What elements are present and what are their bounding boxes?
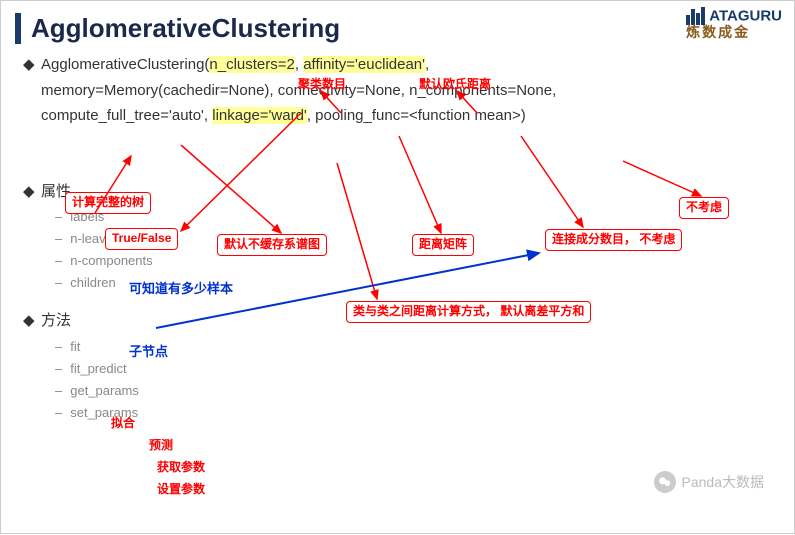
anno-no-cache-dendro: 默认不缓存系谱图: [217, 234, 327, 256]
sig-sep: ,: [295, 56, 303, 73]
list-item: labels: [55, 206, 764, 228]
title-bar: AgglomerativeClustering: [15, 13, 794, 44]
section-methods: 方法 fit fit_predict get_params set_params: [41, 308, 764, 424]
logo-text-1: ATAGURU: [709, 8, 782, 25]
function-signature: AgglomerativeClustering(n_clusters=2, af…: [41, 52, 764, 129]
anno-get-params: 获取参数: [157, 458, 205, 475]
anno-fit: 拟合: [111, 414, 135, 431]
anno-conn-components: 连接成分数目， 不考虑: [545, 229, 682, 251]
anno-set-params: 设置参数: [157, 480, 205, 497]
anno-cluster-num: 聚类数目: [298, 75, 346, 92]
anno-child-node: 子节点: [129, 341, 168, 360]
sig-affinity: affinity='euclidean': [303, 56, 425, 73]
list-item: n-components: [55, 250, 764, 272]
page-title: AgglomerativeClustering: [31, 13, 794, 44]
list-item: get_params: [55, 380, 764, 402]
anno-dist-matrix: 距离矩阵: [412, 234, 474, 256]
section-method-label: 方法: [41, 312, 71, 329]
anno-linkage-desc: 类与类之间距离计算方式， 默认离差平方和: [346, 301, 591, 323]
logo-text-2: 炼数成金: [686, 24, 750, 40]
anno-predict: 预测: [149, 436, 173, 453]
watermark-text: Panda大数据: [682, 472, 764, 492]
anno-true-false: True/False: [105, 228, 178, 250]
wechat-icon: [654, 471, 676, 493]
sig-sep: ,: [425, 56, 429, 73]
brand-logo: ATAGURU 炼数成金: [686, 7, 782, 40]
list-item: set_params: [55, 402, 764, 424]
watermark: Panda大数据: [654, 471, 764, 493]
anno-samples-known: 可知道有多少样本: [129, 278, 233, 297]
sig-line3a: compute_full_tree='auto',: [41, 107, 212, 124]
sig-line3b: , pooling_func=<function mean>): [307, 107, 526, 124]
anno-ignore: 不考虑: [679, 197, 729, 219]
sig-nclusters: n_clusters=2: [209, 56, 294, 73]
anno-default-euclid: 默认欧氏距离: [419, 75, 491, 92]
sig-part: AgglomerativeClustering(: [41, 56, 209, 73]
list-item: fit_predict: [55, 358, 764, 380]
anno-compute-tree: 计算完整的树: [65, 192, 151, 214]
sig-linkage: linkage='ward': [212, 107, 307, 124]
